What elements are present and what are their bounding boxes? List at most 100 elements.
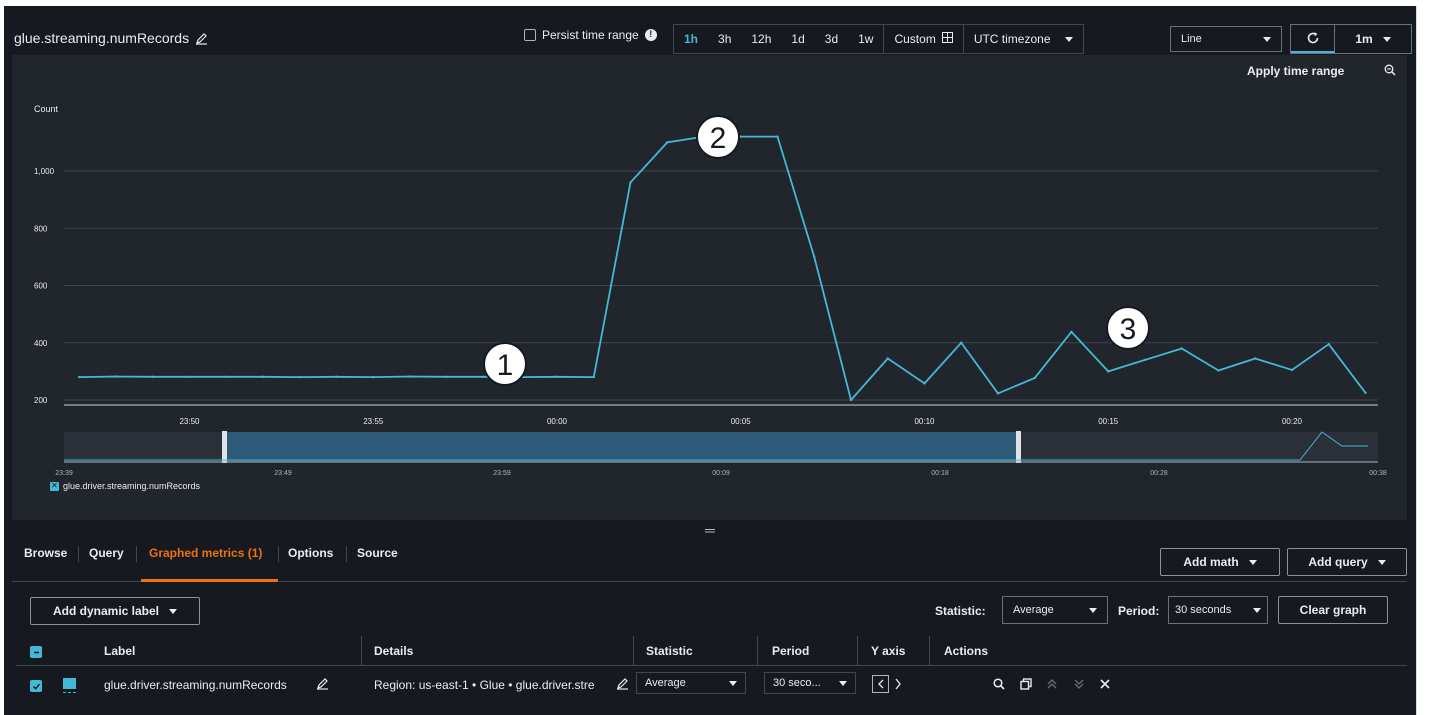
x-tick-label: 00:05 [731,417,752,426]
data-point[interactable] [1217,369,1220,372]
clear-graph-button[interactable]: Clear graph [1278,596,1388,624]
y-axis-right-button[interactable] [894,678,902,693]
legend-checkbox[interactable]: ✕ [50,481,59,491]
data-point[interactable] [629,181,632,184]
data-point[interactable] [335,375,338,379]
select-all-checkbox[interactable] [30,646,42,658]
data-point[interactable] [225,375,228,379]
x-tick-label: 23:55 [363,417,384,426]
data-point[interactable] [151,375,154,379]
series-color-swatch[interactable] [63,678,76,689]
data-point[interactable] [776,135,779,138]
column-y-axis[interactable]: Y axis [871,644,905,658]
graphed-metrics-table: Label Details Statistic Period Y axis Ac… [16,636,1407,709]
column-actions[interactable]: Actions [944,644,988,658]
close-icon[interactable] [1099,678,1111,693]
tab-options[interactable]: Options [288,546,333,560]
y-axis-label: Count [34,104,59,114]
duplicate-icon[interactable] [1020,678,1032,693]
chevron-down-icon [1377,559,1386,565]
data-point[interactable] [1107,370,1110,373]
row-period-value: 30 seco... [773,677,821,689]
y-tick-label: 400 [34,339,48,348]
row-period-select[interactable]: 30 seco... [764,672,856,694]
row-statistic-select[interactable]: Average [636,672,746,694]
data-point[interactable] [1290,368,1294,372]
search-icon[interactable] [993,678,1005,693]
x-tick-label: 00:00 [547,417,568,426]
data-point[interactable] [813,255,816,259]
add-query-button[interactable]: Add query [1287,548,1407,576]
data-point[interactable] [592,375,595,379]
chevron-down-icon [169,608,178,614]
x-tick-label: 00:10 [914,417,935,426]
data-point[interactable] [886,357,889,360]
y-tick-label: 600 [34,282,48,291]
overview-handle-left[interactable] [222,431,227,463]
chevron-down-icon [729,680,737,686]
data-point[interactable] [1254,357,1257,360]
column-period[interactable]: Period [772,644,809,658]
data-point[interactable] [114,375,118,378]
table-row: glue.driver.streaming.numRecords Region:… [16,667,1407,703]
pencil-icon[interactable] [316,677,329,693]
active-tab-indicator [141,579,278,582]
data-point[interactable] [1364,391,1367,395]
move-up-icon [1046,678,1058,693]
column-statistic[interactable]: Statistic [646,644,693,658]
data-point[interactable] [298,375,301,379]
overview-tick-label: 23:49 [274,470,292,477]
overview-handle-right[interactable] [1016,431,1021,463]
data-point[interactable] [1143,358,1147,362]
series-line[interactable] [79,135,1367,401]
tab-query[interactable]: Query [89,546,124,560]
svg-text:2: 2 [710,122,727,155]
data-point[interactable] [1070,330,1073,334]
data-point[interactable] [555,375,559,379]
chevron-right-icon [895,678,901,690]
data-point[interactable] [445,375,448,379]
app: glue.streaming.numRecords Persist time r… [0,0,1437,715]
statistic-select[interactable]: Average [1002,596,1108,624]
data-point[interactable] [188,375,191,379]
add-dynamic-label-button[interactable]: Add dynamic label [30,597,200,625]
x-tick-label: 23:50 [179,417,200,426]
tab-graphed-metrics[interactable]: Graphed metrics (1) [149,546,262,560]
chart-legend[interactable]: ✕ glue.driver.streaming.numRecords [50,481,200,491]
period-label: Period: [1118,604,1160,618]
data-point[interactable] [408,375,412,378]
period-select[interactable]: 30 seconds [1168,596,1268,624]
row-statistic-value: Average [645,677,686,689]
data-point[interactable] [372,375,375,379]
data-point[interactable] [666,141,669,144]
series-layer [78,135,1367,402]
column-label[interactable]: Label [104,644,135,658]
data-point[interactable] [923,382,926,385]
overview-tick-label: 23:59 [493,470,511,477]
data-point[interactable] [482,375,485,379]
data-point[interactable] [1180,347,1183,350]
move-down-icon [1073,678,1085,693]
clear-graph-label: Clear graph [1299,603,1367,617]
data-point[interactable] [996,392,1000,395]
overview-tick-label: 00:09 [712,470,730,477]
data-point[interactable] [1033,376,1036,380]
y-axis-left-button[interactable] [872,675,889,693]
tab-browse[interactable]: Browse [24,546,67,560]
pencil-icon[interactable] [616,677,629,693]
overview-selection[interactable] [224,432,1020,462]
overview-tick-label: 00:28 [1150,470,1168,477]
row-checkbox[interactable] [30,680,42,692]
add-math-button[interactable]: Add math [1160,548,1280,576]
data-point[interactable] [960,341,963,344]
data-point[interactable] [261,375,265,379]
tab-source[interactable]: Source [357,546,398,560]
statistic-value: Average [1013,604,1054,616]
overview-tick-label: 00:38 [1369,470,1387,477]
column-details[interactable]: Details [374,644,413,658]
data-point[interactable] [849,398,853,402]
annotation-3: 3 [1106,306,1150,350]
data-point[interactable] [78,375,81,379]
data-point[interactable] [1327,342,1330,346]
y-tick-label: 800 [34,224,48,233]
